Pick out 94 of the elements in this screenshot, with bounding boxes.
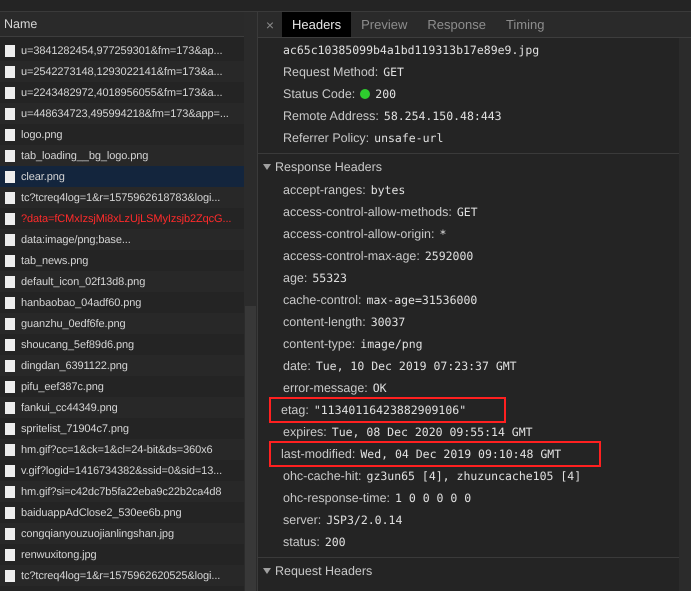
file-thumbnail-icon bbox=[5, 380, 15, 392]
request-row[interactable]: data:image/png;base... bbox=[0, 229, 244, 250]
header-name: content-type: bbox=[283, 337, 356, 351]
header-name: last-modified: bbox=[281, 447, 356, 461]
column-header[interactable]: Name bbox=[4, 17, 38, 31]
header-value: GET bbox=[456, 205, 478, 219]
header-name: content-length: bbox=[283, 315, 366, 329]
file-thumbnail-icon bbox=[5, 444, 15, 456]
header-name: status: bbox=[283, 535, 320, 549]
header-value: 30037 bbox=[370, 315, 406, 329]
file-thumbnail-icon bbox=[5, 44, 15, 56]
url-text: ac65c10385099b4a1bd119313b17e89e9.jpg bbox=[282, 42, 540, 59]
header-name: ohc-response-time: bbox=[283, 491, 390, 505]
triangle-icon[interactable] bbox=[263, 164, 271, 170]
request-row[interactable]: guanzhu_0edf6fe.png bbox=[0, 313, 244, 334]
tab[interactable]: Preview bbox=[351, 12, 418, 37]
header-value: bytes bbox=[370, 183, 406, 197]
tab[interactable]: Response bbox=[417, 12, 496, 37]
header-name: Request Method: bbox=[283, 65, 378, 79]
file-thumbnail-icon bbox=[5, 150, 15, 162]
file-thumbnail-icon bbox=[5, 338, 15, 350]
header-value: 2592000 bbox=[424, 249, 474, 263]
header-value: Tue, 10 Dec 2019 07:23:37 GMT bbox=[316, 359, 517, 373]
header-value: 58.254.150.48:443 bbox=[384, 109, 502, 123]
header-name: Status Code: bbox=[283, 87, 356, 101]
request-row[interactable]: fankui_cc44349.png bbox=[0, 397, 244, 418]
request-row[interactable]: hm.gif?cc=1&ck=1&cl=24-bit&ds=360x6 bbox=[0, 439, 244, 460]
header-name: access-control-allow-methods: bbox=[283, 205, 452, 219]
header-value: 1 0 0 0 0 0 bbox=[395, 491, 472, 505]
header-value: max-age=31536000 bbox=[366, 293, 478, 307]
file-thumbnail-icon bbox=[5, 296, 15, 308]
header-value: Tue, 08 Dec 2020 09:55:14 GMT bbox=[332, 425, 533, 439]
header-name: server: bbox=[283, 513, 322, 527]
header-value: 200 bbox=[375, 87, 396, 101]
file-thumbnail-icon bbox=[5, 212, 15, 224]
file-thumbnail-icon bbox=[5, 66, 15, 78]
file-thumbnail-icon bbox=[5, 318, 15, 330]
file-thumbnail-icon bbox=[5, 548, 15, 560]
section-title[interactable]: Response Headers bbox=[275, 160, 382, 174]
request-row[interactable]: default_icon_02f13d8.png bbox=[0, 271, 244, 292]
file-thumbnail-icon bbox=[5, 192, 15, 204]
section-title[interactable]: Request Headers bbox=[275, 564, 372, 578]
header-value: GET bbox=[383, 65, 404, 79]
header-value: JSP3/2.0.14 bbox=[326, 513, 402, 527]
header-value: OK bbox=[372, 381, 387, 395]
file-thumbnail-icon bbox=[5, 128, 15, 140]
file-thumbnail-icon bbox=[5, 234, 15, 246]
header-value: * bbox=[439, 227, 446, 241]
header-name: accept-ranges: bbox=[283, 183, 366, 197]
file-thumbnail-icon bbox=[5, 86, 15, 98]
triangle-icon[interactable] bbox=[263, 568, 271, 574]
header-value: 200 bbox=[324, 535, 346, 549]
tab[interactable]: Headers bbox=[282, 12, 352, 37]
request-row[interactable]: tc?tcreq4log=1&r=1575962618783&logi... bbox=[0, 187, 244, 208]
file-thumbnail-icon bbox=[5, 276, 15, 288]
header-name: cache-control: bbox=[283, 293, 362, 307]
file-thumbnail-icon bbox=[5, 108, 15, 120]
request-row[interactable]: u=2542273148,1293022141&fm=173&a... bbox=[0, 61, 244, 82]
header-name: Referrer Policy: bbox=[283, 131, 370, 145]
file-thumbnail-icon bbox=[5, 506, 15, 518]
header-name: access-control-max-age: bbox=[283, 249, 420, 263]
header-name: expires: bbox=[283, 425, 327, 439]
request-row[interactable]: tab_loading__bg_logo.png bbox=[0, 145, 244, 166]
file-thumbnail-icon bbox=[5, 360, 15, 372]
close-button[interactable]: × bbox=[258, 12, 282, 37]
header-value: image/png bbox=[360, 337, 423, 351]
request-row[interactable]: tc?tcreq4log=1&r=1575962620525&logi... bbox=[0, 565, 244, 586]
request-row[interactable]: clear.png bbox=[0, 166, 244, 187]
header-name: etag: bbox=[281, 403, 309, 417]
file-thumbnail-icon bbox=[5, 170, 15, 182]
request-row[interactable]: u=448634723,495994218&fm=173&app=... bbox=[0, 103, 244, 124]
header-name: date: bbox=[283, 359, 311, 373]
file-thumbnail-icon bbox=[5, 422, 15, 434]
header-value: "11340116423882909106" bbox=[314, 403, 466, 417]
tab[interactable]: Timing bbox=[496, 12, 554, 37]
header-name: Remote Address: bbox=[283, 109, 379, 123]
header-name: error-message: bbox=[283, 381, 368, 395]
file-thumbnail-icon bbox=[5, 464, 15, 476]
header-name: age: bbox=[283, 271, 308, 285]
header-value: unsafe-url bbox=[374, 131, 444, 145]
header-name: access-control-allow-origin: bbox=[283, 227, 434, 241]
request-row[interactable]: congqianyouzuojianlingshan.jpg bbox=[0, 523, 244, 544]
request-row[interactable]: hm.gif?si=c42dc7b5fa22eba9c22b2ca4d8 bbox=[0, 481, 244, 502]
header-value: gz3un65 [4], zhuzuncache105 [4] bbox=[366, 469, 582, 483]
file-thumbnail-icon bbox=[5, 570, 15, 582]
header-value: Wed, 04 Dec 2019 09:10:48 GMT bbox=[360, 447, 562, 461]
status-dot-icon bbox=[360, 89, 370, 99]
header-value: 55323 bbox=[312, 271, 347, 285]
file-thumbnail-icon bbox=[5, 528, 15, 540]
request-row[interactable]: dingdan_6391122.png bbox=[0, 355, 244, 376]
header-name: ohc-cache-hit: bbox=[283, 469, 362, 483]
file-thumbnail-icon bbox=[5, 254, 15, 266]
file-thumbnail-icon bbox=[5, 402, 15, 414]
file-thumbnail-icon bbox=[5, 486, 15, 498]
